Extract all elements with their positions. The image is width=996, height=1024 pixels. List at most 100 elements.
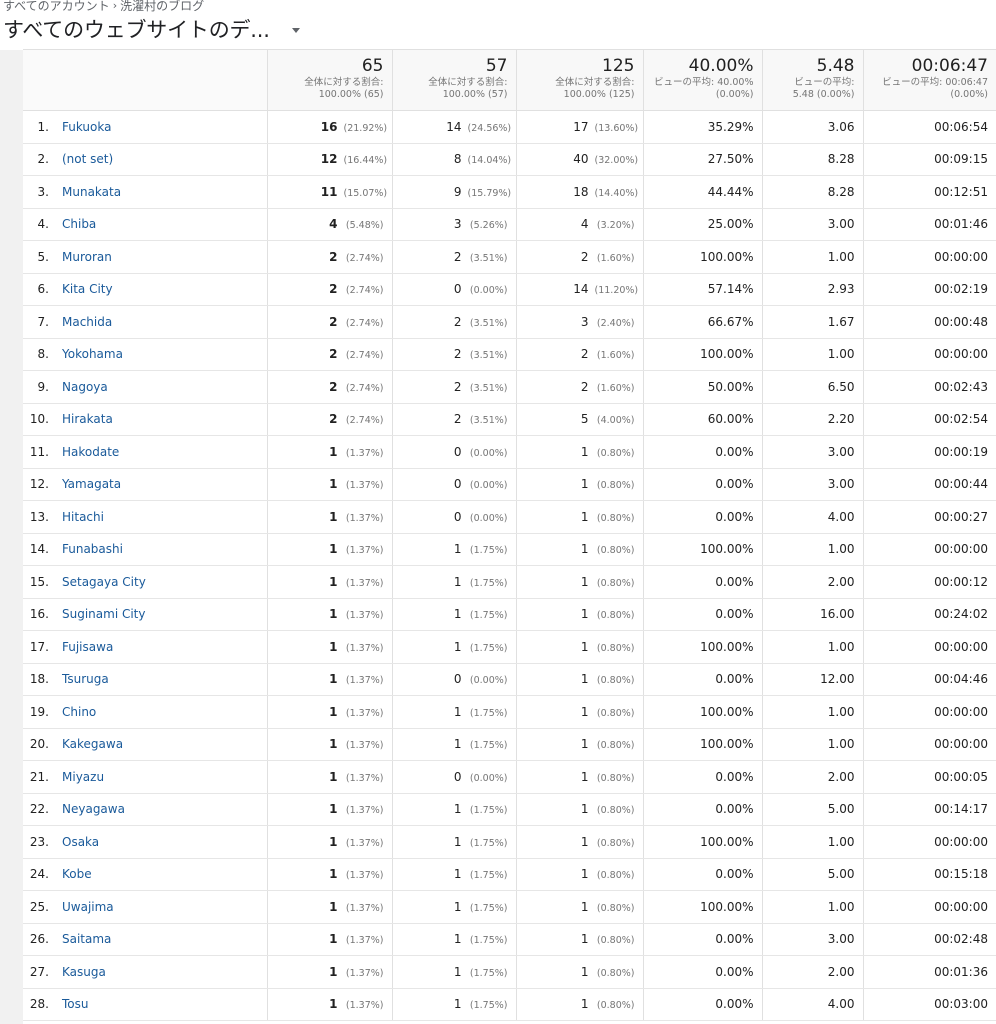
pageviews-cell: 1 (0.80%) <box>516 695 644 729</box>
city-link[interactable]: Fukuoka <box>62 120 111 134</box>
pageviews-pct: (0.80%) <box>596 967 635 979</box>
city-link[interactable]: Hirakata <box>62 412 113 426</box>
city-link[interactable]: Muroran <box>62 250 112 264</box>
city-link[interactable]: Setagaya City <box>62 575 146 589</box>
sessions-value: 1 <box>329 997 338 1012</box>
pageviews-pct: (0.80%) <box>596 707 635 719</box>
users-pct: (3.51%) <box>469 415 508 427</box>
city-cell: 23. Osaka <box>23 825 268 859</box>
pages-per-visit-cell: 16.00 <box>762 598 864 631</box>
bounce-cell: 100.00% <box>643 695 763 729</box>
city-cell: 10. Hirakata <box>23 403 268 436</box>
pageviews-value: 1 <box>580 672 589 687</box>
duration-cell: 00:00:12 <box>863 565 996 599</box>
pageviews-value: 1 <box>580 802 589 817</box>
sessions-pct: (1.37%) <box>345 545 384 557</box>
breadcrumb-property[interactable]: 洗濯村のブログ <box>120 0 204 14</box>
pageviews-pct: (3.20%) <box>596 220 635 232</box>
pages-per-visit-cell: 3.06 <box>762 110 864 144</box>
pageviews-value: 2 <box>580 249 589 264</box>
pages-per-visit-cell: 1.00 <box>762 825 864 859</box>
users-pct: (3.51%) <box>469 252 508 264</box>
city-link[interactable]: Kita City <box>62 282 113 296</box>
duration-cell: 00:02:48 <box>863 923 996 956</box>
pageviews-cell: 1 (0.80%) <box>516 630 644 664</box>
totals-cell: 00:06:47 ビューの平均: 00:06:47 (0.00%) <box>863 49 996 111</box>
city-link[interactable]: Kobe <box>62 867 92 881</box>
caret-down-icon[interactable] <box>291 28 300 33</box>
users-pct: (3.51%) <box>469 317 508 329</box>
sessions-value: 1 <box>329 867 338 882</box>
users-cell: 1 (1.75%) <box>392 955 517 989</box>
pageviews-value: 4 <box>580 217 589 232</box>
bounce-cell: 0.00% <box>643 793 763 826</box>
city-link[interactable]: Neyagawa <box>62 802 125 816</box>
duration-cell: 00:00:00 <box>863 630 996 664</box>
city-link[interactable]: Nagoya <box>62 380 108 394</box>
table-row: 28. Tosu 1 (1.37%) 1 (1.75%) 1 (0.80%) 0.00% 4.00… <box>23 988 996 1021</box>
city-link[interactable]: Miyazu <box>62 770 104 784</box>
pageviews-pct: (13.60%) <box>594 122 639 134</box>
view-selector[interactable]: すべてのウェブサイトのデ... <box>3 14 300 44</box>
city-link[interactable]: Munakata <box>62 185 121 199</box>
city-link[interactable]: Kasuga <box>62 965 106 979</box>
city-link[interactable]: Fujisawa <box>62 640 113 654</box>
pageviews-cell: 3 (2.40%) <box>516 305 644 339</box>
users-pct: (1.75%) <box>469 967 508 979</box>
bounce-cell: 100.00% <box>643 338 763 371</box>
city-link[interactable]: Hitachi <box>62 510 104 524</box>
users-cell: 2 (3.51%) <box>392 305 517 339</box>
row-index: 7. <box>37 314 49 329</box>
report-table: 65 全体に対する割合: 100.00% (65) 57 全体に対する割合: 1… <box>23 49 996 1021</box>
city-link[interactable]: Uwajima <box>62 900 114 914</box>
sessions-pct: (1.37%) <box>345 805 384 817</box>
city-cell: 16. Suginami City <box>23 598 268 631</box>
bounce-cell: 100.00% <box>643 533 763 566</box>
users-cell: 8 (14.04%) <box>392 143 517 176</box>
city-link[interactable]: Kakegawa <box>62 737 123 751</box>
city-link[interactable]: Osaka <box>62 835 99 849</box>
total-sub1: 全体に対する割合: <box>428 77 508 88</box>
sessions-value: 16 <box>320 119 338 134</box>
users-pct: (0.00%) <box>469 285 508 297</box>
row-index: 21. <box>29 769 49 784</box>
pageviews-cell: 1 (0.80%) <box>516 435 644 469</box>
pageviews-cell: 1 (0.80%) <box>516 598 644 631</box>
city-link[interactable]: Yamagata <box>62 477 121 491</box>
city-link[interactable]: Tosu <box>62 997 89 1011</box>
sessions-value: 4 <box>329 217 338 232</box>
row-index: 17. <box>29 639 49 654</box>
city-link[interactable]: Chino <box>62 705 96 719</box>
sessions-pct: (2.74%) <box>345 285 384 297</box>
city-link[interactable]: Machida <box>62 315 112 329</box>
sessions-pct: (2.74%) <box>345 350 384 362</box>
table-row: 6. Kita City 2 (2.74%) 0 (0.00%) 14 (11.20%) 57.… <box>23 273 996 306</box>
city-cell: 11. Hakodate <box>23 435 268 469</box>
table-row: 24. Kobe 1 (1.37%) 1 (1.75%) 1 (0.80%) 0.00% 5.00… <box>23 858 996 891</box>
pages-per-visit-cell: 1.00 <box>762 695 864 729</box>
sessions-pct: (1.37%) <box>345 480 384 492</box>
breadcrumb-account[interactable]: すべてのアカウント <box>3 0 110 14</box>
sessions-value: 1 <box>329 834 338 849</box>
totals-cell: 125 全体に対する割合: 100.00% (125) <box>516 49 644 111</box>
sessions-cell: 1 (1.37%) <box>267 695 393 729</box>
table-row: 3. Munakata 11 (15.07%) 9 (15.79%) 18 (14.40%) 4… <box>23 175 996 209</box>
city-link[interactable]: Saitama <box>62 932 111 946</box>
sessions-value: 1 <box>329 672 338 687</box>
city-link[interactable]: Hakodate <box>62 445 119 459</box>
city-link[interactable]: Funabashi <box>62 542 123 556</box>
city-link[interactable]: Suginami City <box>62 607 146 621</box>
users-value: 9 <box>453 184 462 199</box>
total-sub2: 100.00% (65) <box>318 89 384 100</box>
pageviews-pct: (32.00%) <box>594 155 639 167</box>
sessions-pct: (1.37%) <box>345 935 384 947</box>
total-sub2: 100.00% (57) <box>442 89 508 100</box>
city-link[interactable]: Tsuruga <box>62 672 109 686</box>
pageviews-value: 17 <box>573 119 589 134</box>
users-cell: 1 (1.75%) <box>392 858 517 891</box>
city-link[interactable]: Chiba <box>62 217 96 231</box>
city-link[interactable]: (not set) <box>62 152 113 166</box>
pages-per-visit-cell: 3.00 <box>762 468 864 501</box>
view-title[interactable]: すべてのウェブサイトのデ... <box>3 14 270 44</box>
city-link[interactable]: Yokohama <box>62 347 123 361</box>
